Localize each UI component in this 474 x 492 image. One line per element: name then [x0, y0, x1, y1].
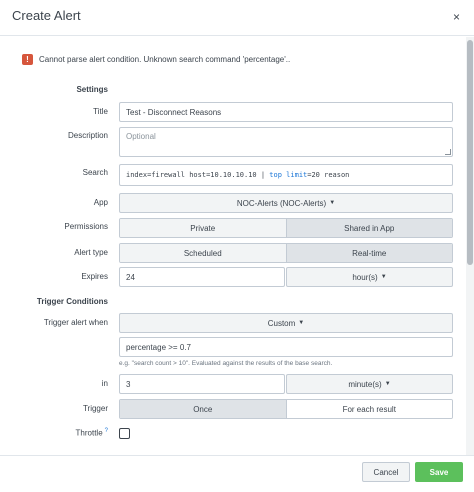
- expires-unit-dropdown[interactable]: hour(s) ▼: [286, 267, 453, 287]
- alert-type-label: Alert type: [74, 248, 108, 257]
- trigger-conditions-heading: Trigger Conditions: [36, 297, 108, 306]
- help-question-icon[interactable]: ?: [105, 428, 108, 434]
- description-placeholder: Optional: [126, 132, 156, 141]
- dialog-title: Create Alert: [12, 8, 81, 23]
- in-label: in: [101, 379, 108, 388]
- app-dropdown[interactable]: NOC-Alerts (NOC-Alerts) ▼: [119, 193, 453, 213]
- in-unit-dropdown[interactable]: minute(s) ▼: [286, 374, 453, 394]
- custom-condition-input[interactable]: percentage >= 0.7: [119, 337, 453, 357]
- permissions-private-button[interactable]: Private: [120, 219, 286, 237]
- error-message: ! Cannot parse alert condition. Unknown …: [22, 52, 290, 66]
- error-icon: !: [22, 53, 33, 65]
- alert-type-scheduled-button[interactable]: Scheduled: [120, 244, 286, 262]
- description-textarea[interactable]: Optional: [119, 127, 453, 157]
- permissions-toggle: Private Shared in App: [119, 218, 453, 238]
- app-dropdown-value: NOC-Alerts (NOC-Alerts): [236, 198, 327, 208]
- throttle-label: Throttle?: [0, 428, 108, 438]
- resize-handle-icon[interactable]: [445, 149, 451, 155]
- caret-down-icon: ▼: [380, 274, 387, 280]
- alert-type-realtime-button[interactable]: Real-time: [285, 244, 452, 262]
- in-input[interactable]: 3: [119, 374, 285, 394]
- settings-heading: Settings: [76, 85, 108, 94]
- dialog-header: Create Alert ×: [0, 0, 474, 36]
- permissions-label: Permissions: [64, 222, 108, 231]
- caret-down-icon: ▼: [298, 320, 305, 326]
- search-text-suffix: =20 reason: [307, 171, 350, 179]
- app-label: App: [93, 198, 108, 207]
- expires-input[interactable]: 24: [119, 267, 285, 287]
- trigger-toggle: Once For each result: [119, 399, 453, 419]
- trigger-when-dropdown[interactable]: Custom ▼: [119, 313, 453, 333]
- scrollbar-thumb[interactable]: [467, 40, 473, 265]
- trigger-when-value: Custom: [267, 318, 296, 328]
- create-alert-dialog: Create Alert × ! Cannot parse alert cond…: [0, 0, 474, 492]
- save-button[interactable]: Save: [415, 462, 463, 482]
- expires-label: Expires: [81, 272, 108, 281]
- expires-unit-value: hour(s): [352, 272, 378, 282]
- search-text-prefix: index=firewall host=10.10.10.10 |: [126, 171, 270, 179]
- trigger-label: Trigger: [82, 404, 108, 413]
- search-keyword-top: top: [269, 171, 282, 179]
- search-keyword-limit: limit: [286, 171, 308, 179]
- trigger-once-button[interactable]: Once: [120, 400, 286, 418]
- title-input[interactable]: Test - Disconnect Reasons: [119, 102, 453, 122]
- caret-down-icon: ▼: [384, 381, 391, 387]
- alert-type-toggle: Scheduled Real-time: [119, 243, 453, 263]
- close-icon[interactable]: ×: [453, 10, 460, 24]
- caret-down-icon: ▼: [329, 200, 336, 206]
- throttle-label-text: Throttle: [75, 428, 103, 438]
- error-text: Cannot parse alert condition. Unknown se…: [39, 54, 291, 64]
- search-input[interactable]: index=firewall host=10.10.10.10 | top li…: [119, 164, 453, 186]
- in-unit-value: minute(s): [348, 379, 382, 389]
- throttle-checkbox[interactable]: [119, 428, 130, 439]
- trigger-when-label: Trigger alert when: [43, 318, 108, 327]
- search-label: Search: [82, 168, 108, 177]
- description-label: Description: [67, 131, 108, 140]
- condition-help-text: e.g. "search count > 10". Evaluated agai…: [119, 360, 333, 367]
- permissions-shared-button[interactable]: Shared in App: [285, 219, 452, 237]
- trigger-each-result-button[interactable]: For each result: [285, 400, 452, 418]
- cancel-button[interactable]: Cancel: [362, 462, 410, 482]
- title-label: Title: [93, 107, 108, 116]
